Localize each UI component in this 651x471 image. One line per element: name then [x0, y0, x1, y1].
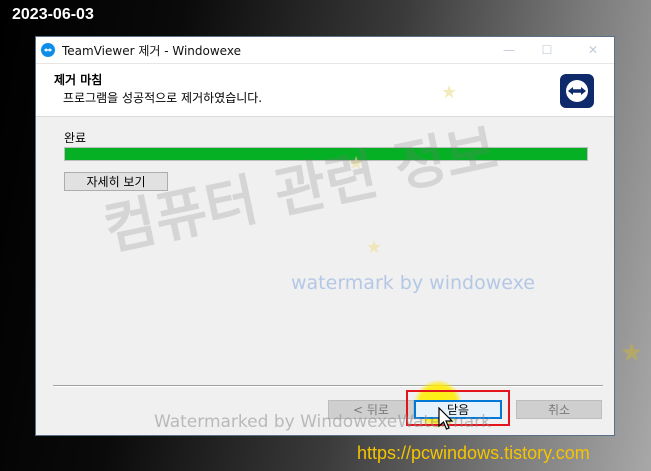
watermark-bottom: Watermarked by WindowexeWatermark — [154, 412, 492, 432]
show-details-button[interactable]: 자세히 보기 — [64, 172, 168, 191]
star-decoration: ★ — [348, 153, 365, 174]
progress-fill — [65, 148, 587, 160]
uninstall-window: TeamViewer 제거 - Windowexe — ☐ ✕ 제거 마침 프로… — [35, 36, 615, 436]
star-decoration: ★ — [620, 338, 644, 368]
site-url-overlay: https://pcwindows.tistory.com — [357, 443, 590, 463]
star-decoration: ★ — [366, 237, 383, 258]
wizard-header: 제거 마침 프로그램을 성공적으로 제거하였습니다. ★ — [36, 64, 614, 117]
maximize-button[interactable]: ☐ — [524, 37, 570, 63]
footer-separator — [53, 385, 603, 387]
star-decoration: ★ — [441, 82, 458, 103]
teamviewer-app-icon — [41, 43, 55, 57]
status-label: 완료 — [64, 131, 87, 145]
date-overlay: 2023-06-03 — [12, 6, 94, 23]
cancel-button[interactable]: 취소 — [516, 400, 602, 419]
title-bar[interactable]: TeamViewer 제거 - Windowexe — ☐ ✕ — [36, 37, 614, 64]
close-window-button[interactable]: ✕ — [570, 37, 616, 63]
watermark-blue: watermark by windowexe — [291, 272, 535, 294]
header-subtitle: 프로그램을 성공적으로 제거하였습니다. — [63, 91, 263, 105]
window-title: TeamViewer 제거 - Windowexe — [62, 43, 241, 58]
header-title: 제거 마침 — [54, 73, 103, 87]
progress-bar — [64, 147, 588, 161]
teamviewer-logo-icon — [560, 74, 594, 108]
